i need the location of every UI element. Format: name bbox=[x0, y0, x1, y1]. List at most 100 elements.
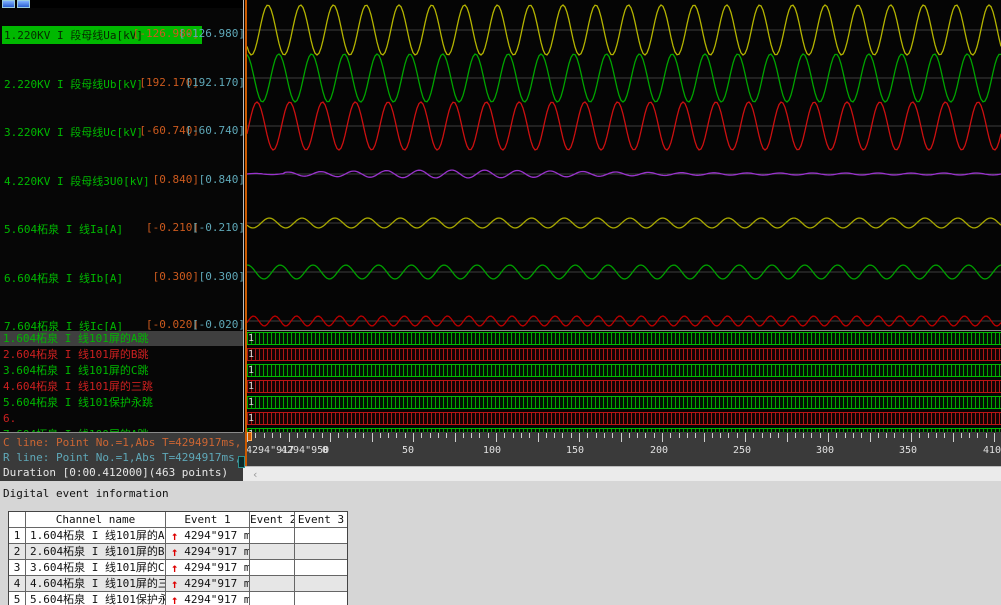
ruler-tick bbox=[313, 433, 314, 438]
event2-cell bbox=[250, 592, 295, 605]
event-table-row: 33.604柘泉 I 线101屏的C跳↑4294"917 ms bbox=[9, 560, 347, 576]
ruler-tick bbox=[347, 433, 348, 438]
ruler-tick bbox=[521, 433, 522, 438]
event-time: 4294"917 ms bbox=[184, 528, 250, 544]
ruler-tick bbox=[546, 433, 547, 438]
toolbar-button-icon[interactable] bbox=[17, 0, 30, 8]
event2-cell bbox=[250, 544, 295, 560]
ruler-tick bbox=[695, 433, 696, 438]
channel-rel-value: [192.170] bbox=[185, 76, 243, 89]
event2-cell bbox=[250, 576, 295, 592]
channel-label: 5.604柘泉 I 线Ia[A] bbox=[2, 220, 125, 238]
analog-channel-row[interactable]: 5.604柘泉 I 线Ia[A][-0.210][-0.210] bbox=[0, 220, 243, 235]
digital-state-value: 1 bbox=[248, 333, 254, 345]
rising-edge-arrow-icon: ↑ bbox=[171, 545, 178, 559]
row-number-cell: 5 bbox=[9, 592, 26, 605]
ruler-tick bbox=[853, 433, 854, 438]
ruler-tick bbox=[629, 433, 630, 438]
ruler-tick bbox=[944, 433, 945, 438]
ruler-tick bbox=[803, 433, 804, 438]
table-header-row: Channel nameEvent 1Event 2Event 3 bbox=[9, 512, 347, 528]
time-cursor-line[interactable] bbox=[245, 0, 247, 466]
panel-divider[interactable] bbox=[243, 0, 244, 481]
duration-status: Duration [0:00.412000](463 points) bbox=[3, 466, 228, 479]
event3-cell bbox=[295, 576, 347, 592]
ruler-tick bbox=[894, 433, 895, 438]
event2-cell bbox=[250, 528, 295, 544]
digital-channel-row[interactable]: 6. bbox=[0, 411, 243, 426]
channel-name-cell: 1.604柘泉 I 线101屏的A跳 bbox=[26, 528, 166, 544]
analog-channel-row[interactable]: 1.220KV I 段母线Ua[kV][-126.980][-126.980] bbox=[0, 26, 243, 41]
channel-rel-value: [0.840] bbox=[199, 173, 243, 186]
toolbar-button-icon[interactable] bbox=[2, 0, 15, 8]
splitter-handle[interactable] bbox=[238, 456, 245, 468]
section-title: Digital event information bbox=[3, 487, 169, 500]
ruler-tick bbox=[479, 433, 480, 438]
digital-channel-label: 3.604柘泉 I 线101屏的C跳 bbox=[3, 364, 148, 377]
rising-edge-arrow-icon: ↑ bbox=[171, 593, 178, 605]
digital-channel-row[interactable]: 3.604柘泉 I 线101屏的C跳 bbox=[0, 363, 243, 378]
ruler-tick bbox=[670, 433, 671, 438]
analog-waveforms bbox=[245, 0, 1001, 330]
time-ruler[interactable]: 4294"9174294"950050100150200250300350410 bbox=[243, 432, 1001, 466]
ruler-tick bbox=[554, 433, 555, 438]
ruler-tick bbox=[488, 433, 489, 438]
ruler-tick bbox=[919, 433, 920, 438]
ruler-tick bbox=[903, 433, 904, 438]
ruler-tick bbox=[471, 433, 472, 438]
digital-channel-label: 4.604柘泉 I 线101屏的三跳 bbox=[3, 380, 153, 393]
event-table-row: 22.604柘泉 I 线101屏的B跳↑4294"917 ms bbox=[9, 544, 347, 560]
horizontal-scrollbar[interactable]: ‹ bbox=[243, 466, 1001, 481]
ruler-tick bbox=[961, 433, 962, 438]
waveform-viewer-window: 1.220KV I 段母线Ua[kV][-126.980][-126.980] 2… bbox=[0, 0, 1001, 605]
digital-channel-row[interactable]: 1.604柘泉 I 线101屏的A跳 bbox=[0, 331, 243, 346]
channel-label: 2.220KV I 段母线Ub[kV] bbox=[2, 75, 145, 93]
ruler-tick bbox=[870, 433, 871, 442]
digital-trace-area[interactable]: 1111111 bbox=[245, 330, 1001, 432]
row-number-cell: 2 bbox=[9, 544, 26, 560]
event1-cell: ↑4294"917 ms bbox=[166, 576, 250, 592]
ruler-tick bbox=[247, 433, 248, 442]
event3-cell bbox=[295, 592, 347, 605]
ruler-tick bbox=[861, 433, 862, 438]
ruler-tick bbox=[720, 433, 721, 438]
ruler-time-label: 250 bbox=[733, 445, 751, 456]
channel-rel-value: [0.300] bbox=[199, 270, 243, 283]
ruler-tick bbox=[272, 433, 273, 438]
digital-state-value: 1 bbox=[248, 349, 254, 361]
channel-abs-value: [0.840] bbox=[153, 173, 199, 186]
ruler-tick bbox=[322, 433, 323, 438]
analog-channel-row[interactable]: 2.220KV I 段母线Ub[kV][192.170][192.170] bbox=[0, 75, 243, 90]
table-header-cell bbox=[9, 512, 26, 528]
digital-channel-row[interactable]: 5.604柘泉 I 线101保护永跳 bbox=[0, 395, 243, 410]
channel-abs-value: [0.300] bbox=[153, 270, 199, 283]
analog-channel-row[interactable]: 3.220KV I 段母线Uc[kV][-60.740][-60.740] bbox=[0, 123, 243, 138]
analog-channel-row[interactable]: 4.220KV I 段母线3U0[kV][0.840][0.840] bbox=[0, 172, 243, 187]
channel-rel-value: [-60.740] bbox=[185, 124, 243, 137]
ruler-tick bbox=[504, 433, 505, 438]
ruler-time-label: 150 bbox=[566, 445, 584, 456]
digital-channel-label: 2.604柘泉 I 线101屏的B跳 bbox=[3, 348, 148, 361]
ruler-tick bbox=[338, 433, 339, 438]
digital-channel-row[interactable]: 2.604柘泉 I 线101屏的B跳 bbox=[0, 347, 243, 362]
ruler-tick bbox=[396, 433, 397, 438]
ruler-tick bbox=[820, 433, 821, 438]
digital-trace-bar: 1 bbox=[247, 380, 1001, 393]
ruler-tick bbox=[811, 433, 812, 438]
ruler-tick bbox=[687, 433, 688, 438]
ruler-time-label: 50 bbox=[402, 445, 414, 456]
scroll-left-chevron-icon[interactable]: ‹ bbox=[252, 468, 259, 481]
channel-list-panel: 1.220KV I 段母线Ua[kV][-126.980][-126.980] 2… bbox=[0, 8, 243, 432]
ruler-tick bbox=[977, 433, 978, 438]
event1-cell: ↑4294"917 ms bbox=[166, 528, 250, 544]
event-table-row: 55.604柘泉 I 线101保护永跳↑4294"917 ms bbox=[9, 592, 347, 605]
digital-state-value: 1 bbox=[248, 365, 254, 377]
ruler-tick bbox=[529, 433, 530, 438]
ruler-tick bbox=[355, 433, 356, 438]
ruler-tick bbox=[421, 433, 422, 438]
ruler-tick bbox=[845, 433, 846, 438]
ruler-tick bbox=[587, 433, 588, 438]
digital-channel-row[interactable]: 4.604柘泉 I 线101屏的三跳 bbox=[0, 379, 243, 394]
ruler-tick bbox=[878, 433, 879, 438]
analog-channel-row[interactable]: 6.604柘泉 I 线Ib[A][0.300][0.300] bbox=[0, 269, 243, 284]
